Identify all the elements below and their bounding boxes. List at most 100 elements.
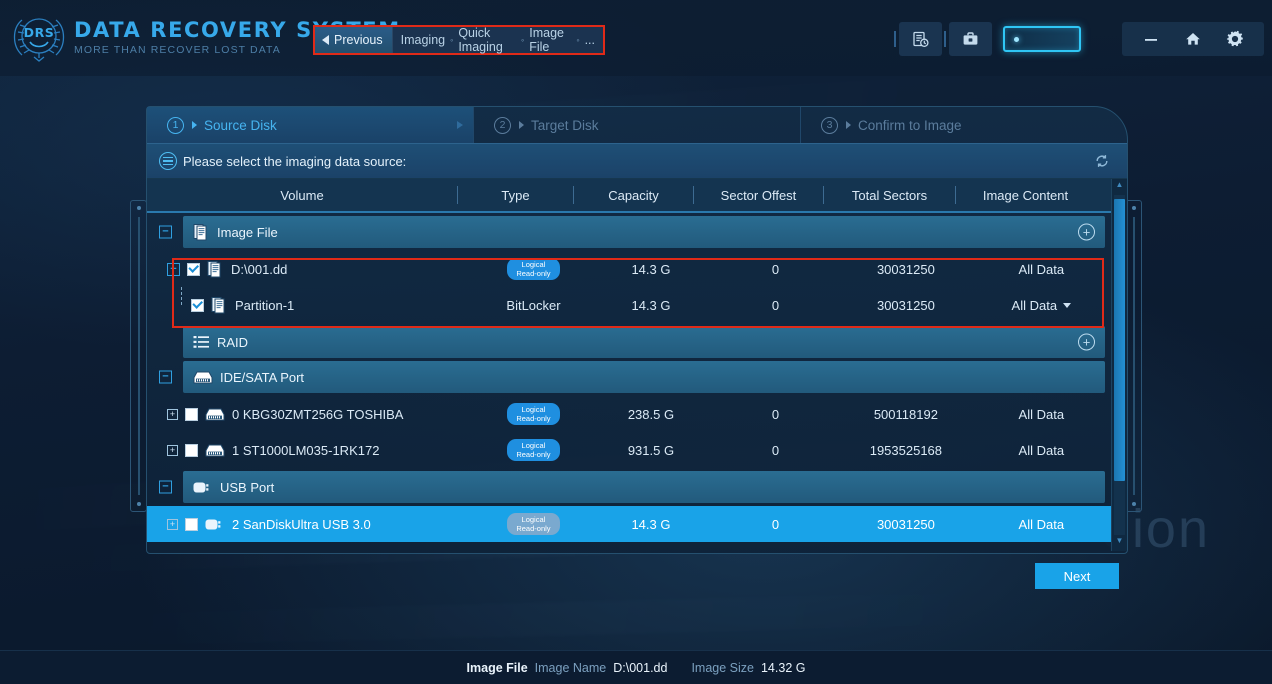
cell-total-sectors: 30031250 (840, 262, 971, 277)
collapse-toggle-icon[interactable]: − (167, 263, 180, 276)
list-icon (159, 152, 177, 170)
cell-text: 238.5 G (628, 407, 674, 422)
column-header-type[interactable]: Type (457, 186, 573, 204)
step-arrow-icon (192, 121, 197, 129)
step-target-disk[interactable]: 2 Target Disk (473, 107, 800, 143)
cell-sector-offset: 0 (711, 407, 840, 422)
cell-total-sectors: 30031250 (840, 517, 971, 532)
toolbox-button[interactable] (949, 22, 992, 56)
prompt-bar: Please select the imaging data source: (147, 143, 1127, 179)
column-header-volume[interactable]: Volume (147, 186, 457, 204)
cell-image-content: All Data (972, 517, 1111, 532)
group-row-raid[interactable]: RAID + (183, 326, 1105, 358)
cell-volume: Partition-1 (167, 296, 476, 314)
home-button[interactable] (1184, 31, 1202, 47)
step-label: Target Disk (531, 118, 599, 133)
status-indicator[interactable] (1003, 26, 1081, 52)
usb-icon (205, 518, 225, 531)
breadcrumb-separator-icon: ◦ (450, 35, 453, 45)
log-history-button[interactable] (899, 22, 942, 56)
breadcrumb-item-imaging[interactable]: Imaging (401, 33, 445, 47)
cell-total-sectors: 500118192 (840, 407, 971, 422)
raid-list-icon (193, 334, 210, 350)
cell-text: 0 (772, 407, 779, 422)
collapse-toggle-icon[interactable]: − (159, 481, 172, 494)
breadcrumb-item-image-file[interactable]: Image File (529, 26, 571, 54)
column-header-image-content[interactable]: Image Content (955, 186, 1095, 204)
cell-capacity: 14.3 G (591, 298, 710, 313)
breadcrumb-path: Imaging ◦ Quick Imaging ◦ Image File ◦ .… (392, 27, 603, 53)
tree-connector (181, 287, 182, 305)
settings-button[interactable] (1226, 30, 1244, 48)
row-checkbox[interactable] (191, 299, 204, 312)
chevron-down-icon[interactable] (1063, 303, 1071, 308)
window-controls (1122, 22, 1264, 56)
breadcrumb[interactable]: Previous Imaging ◦ Quick Imaging ◦ Image… (313, 25, 605, 55)
previous-button[interactable]: Previous (315, 27, 392, 53)
cell-text: 30031250 (877, 298, 935, 313)
row-checkbox[interactable] (185, 444, 198, 457)
cell-text: 14.3 G (631, 517, 670, 532)
toolbox-icon (962, 31, 979, 48)
step-source-disk[interactable]: 1 Source Disk (147, 107, 473, 143)
scrollbar-track[interactable] (1114, 195, 1125, 535)
cell-volume: +2 SanDiskUltra USB 3.0 (167, 517, 476, 532)
table-row[interactable]: Partition-1BitLocker14.3 G030031250All D… (147, 287, 1111, 323)
add-icon[interactable]: + (1078, 334, 1095, 351)
image-file-icon (207, 260, 224, 278)
table-row[interactable]: +0 KBG30ZMT256G TOSHIBALogicalRead-only2… (147, 396, 1111, 432)
add-icon[interactable]: + (1078, 224, 1095, 241)
vertical-scrollbar[interactable]: ▲ ▼ (1111, 179, 1127, 551)
table-row[interactable]: +2 SanDiskUltra USB 3.0LogicalRead-only1… (147, 506, 1111, 542)
column-header-capacity[interactable]: Capacity (573, 186, 693, 204)
column-header-sector-offset[interactable]: Sector Offest (693, 186, 823, 204)
svg-text:DRS: DRS (24, 25, 55, 40)
cell-text: 0 (772, 443, 779, 458)
column-header-total-sectors[interactable]: Total Sectors (823, 186, 955, 204)
breadcrumb-item-quick-imaging[interactable]: Quick Imaging (458, 26, 516, 54)
expand-toggle-icon[interactable]: + (167, 519, 178, 530)
cell-text: 0 (772, 298, 779, 313)
group-row-label: RAID (217, 335, 248, 350)
breadcrumb-separator-icon: ◦ (576, 35, 579, 45)
breadcrumb-item-more[interactable]: ... (585, 33, 595, 47)
app-header: DRS DATA RECOVERY SYSTEM MORE THAN RECOV… (0, 0, 1272, 76)
minimize-button[interactable] (1142, 32, 1160, 46)
scrollbar-thumb[interactable] (1114, 199, 1125, 481)
collapse-toggle-icon[interactable]: − (159, 371, 172, 384)
prompt-text: Please select the imaging data source: (183, 154, 406, 169)
status-size-value: 14.32 G (761, 661, 805, 675)
scroll-down-icon[interactable]: ▼ (1116, 537, 1124, 549)
cell-text: 14.3 G (631, 298, 670, 313)
cell-volume: +1 ST1000LM035-1RK172 (167, 443, 476, 458)
step-arrow-icon (519, 121, 524, 129)
expand-toggle-icon[interactable]: + (167, 409, 178, 420)
refresh-icon (1094, 153, 1110, 169)
cell-image-content[interactable]: All Data (972, 298, 1111, 313)
back-arrow-icon (322, 35, 329, 45)
table-header-row: Volume Type Capacity Sector Offest Total… (147, 179, 1111, 213)
cell-text: All Data (1019, 407, 1065, 422)
collapse-toggle-icon[interactable]: − (159, 226, 172, 239)
group-row-label: USB Port (220, 480, 274, 495)
table-body: −Image File+−D:\001.ddLogicalRead-only14… (147, 213, 1111, 551)
table-row[interactable]: −D:\001.ddLogicalRead-only14.3 G03003125… (147, 251, 1111, 287)
group-row-image-file[interactable]: −Image File+ (183, 216, 1105, 248)
step-confirm-to-image[interactable]: 3 Confirm to Image (800, 107, 1127, 143)
expand-toggle-icon[interactable]: + (167, 445, 178, 456)
table-row[interactable]: +1 ST1000LM035-1RK172LogicalRead-only931… (147, 432, 1111, 468)
group-row-ide-sata-port[interactable]: −IDE/SATA Port (183, 361, 1105, 393)
cell-text: 30031250 (877, 262, 935, 277)
scroll-up-icon[interactable]: ▲ (1116, 181, 1124, 193)
refresh-button[interactable] (1091, 150, 1113, 172)
partition-icon (211, 296, 228, 314)
step-navigation: 1 Source Disk 2 Target Disk 3 Confirm to… (147, 107, 1127, 143)
cell-total-sectors: 30031250 (840, 298, 971, 313)
row-checkbox[interactable] (185, 408, 198, 421)
next-button[interactable]: Next (1035, 563, 1119, 589)
row-checkbox[interactable] (187, 263, 200, 276)
group-row-usb-port[interactable]: −USB Port (183, 471, 1105, 503)
row-checkbox[interactable] (185, 518, 198, 531)
main-panel: 1 Source Disk 2 Target Disk 3 Confirm to… (146, 106, 1128, 554)
image-file-icon (193, 223, 210, 241)
